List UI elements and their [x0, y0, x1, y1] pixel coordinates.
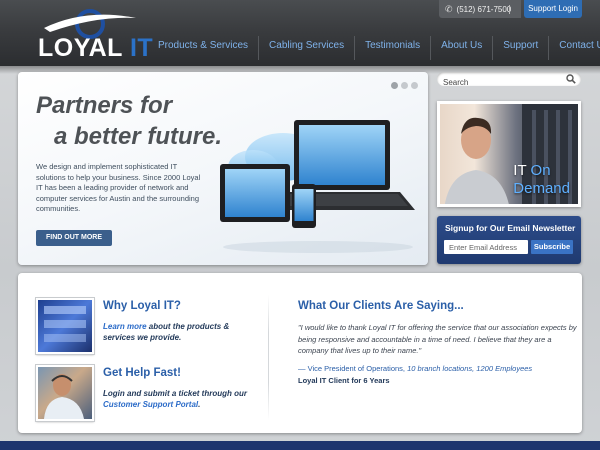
hero-description: We design and implement sophisticated IT… — [36, 162, 201, 213]
support-login-button[interactable]: Support Login — [524, 0, 582, 18]
content-panel: Why Loyal IT? Learn more about the produ… — [18, 273, 582, 433]
promo-heading: IT On Demand — [513, 162, 570, 197]
site-header: LOYAL IT ✆ (512) 671-7500 Support Login P… — [0, 0, 600, 66]
customer-support-portal-link[interactable]: Customer Support Portal — [103, 400, 198, 409]
servers-thumbnail[interactable] — [36, 298, 94, 354]
get-help-fast-heading[interactable]: Get Help Fast! — [103, 367, 181, 379]
testimonial-quote: "I would like to thank Loyal IT for offe… — [298, 323, 577, 355]
hero-banner: Partners for a better future. We design … — [18, 72, 428, 265]
learn-more-link[interactable]: Learn more — [103, 322, 147, 331]
logo-wordmark: LOYAL IT — [38, 34, 154, 62]
nav-support[interactable]: Support — [492, 36, 548, 60]
footer-bar — [0, 441, 600, 450]
client-tenure-label: Loyal IT Client for 6 Years — [298, 376, 390, 385]
it-on-demand-promo[interactable]: IT On Demand — [437, 101, 581, 207]
nav-products-services[interactable]: Products & Services — [148, 36, 258, 60]
newsletter-signup: Signup for Our Email Newsletter Subscrib… — [437, 216, 581, 264]
search-box — [437, 72, 581, 90]
subscribe-button[interactable]: Subscribe — [531, 240, 573, 254]
newsletter-email-input[interactable] — [444, 240, 528, 254]
topbar-divider — [509, 5, 510, 14]
hero-title: Partners for a better future. — [36, 92, 223, 150]
slider-dot-2[interactable] — [401, 82, 408, 89]
why-loyal-it-heading[interactable]: Why Loyal IT? — [103, 300, 181, 312]
nav-cabling-services[interactable]: Cabling Services — [258, 36, 354, 60]
slider-dot-1[interactable] — [391, 82, 398, 89]
nav-contact-us[interactable]: Contact Us — [548, 36, 600, 60]
slider-dots — [391, 82, 418, 89]
column-divider — [268, 295, 269, 420]
devices-cloud-illustration — [220, 120, 415, 253]
phone-handset-icon: ✆ — [445, 4, 453, 14]
search-input[interactable] — [437, 75, 557, 90]
get-help-text: Login and submit a ticket through our Cu… — [103, 389, 247, 409]
support-tech-thumbnail[interactable] — [36, 365, 94, 421]
find-out-more-button[interactable]: FIND OUT MORE — [36, 230, 112, 246]
why-loyal-it-text: Learn more about the products & services… — [103, 322, 230, 342]
slider-dot-3[interactable] — [411, 82, 418, 89]
nav-testimonials[interactable]: Testimonials — [354, 36, 430, 60]
nav-about-us[interactable]: About Us — [430, 36, 492, 60]
testimonial-attribution: — Vice President of Operations, 10 branc… — [298, 364, 533, 373]
newsletter-title: Signup for Our Email Newsletter — [445, 223, 576, 233]
magnifier-icon[interactable] — [566, 74, 576, 84]
main-nav: Products & Services Cabling Services Tes… — [148, 36, 600, 60]
testimonials-heading: What Our Clients Are Saying... — [298, 300, 464, 312]
